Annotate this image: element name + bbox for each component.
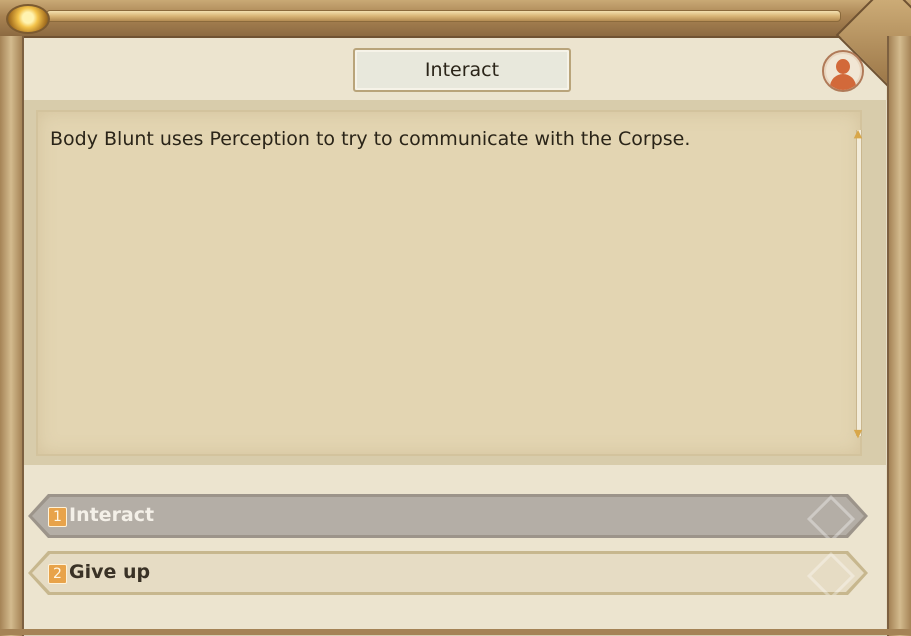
option-background xyxy=(32,497,864,535)
option-label: Give up xyxy=(69,561,151,583)
character-portrait-icon[interactable] xyxy=(822,50,864,92)
portrait-body xyxy=(830,74,856,90)
option-background xyxy=(32,554,864,592)
right-frame-border xyxy=(887,36,911,636)
top-frame-bar xyxy=(0,0,911,38)
scroll-down-arrow-icon[interactable]: ▼ xyxy=(852,428,864,440)
option-label: Interact xyxy=(69,504,155,526)
option-give-up-button[interactable]: 2 Give up xyxy=(28,551,868,595)
scroll-up-arrow-icon[interactable]: ▲ xyxy=(852,128,864,140)
portrait-head xyxy=(836,59,850,74)
message-text: Body Blunt uses Perception to try to com… xyxy=(50,128,691,150)
top-frame-rail xyxy=(46,10,841,22)
message-scrollbar[interactable] xyxy=(856,130,862,436)
left-frame-border xyxy=(0,36,24,636)
option-number-badge: 2 xyxy=(48,564,67,584)
option-number-badge: 1 xyxy=(48,507,67,527)
option-interact-button[interactable]: 1 Interact xyxy=(28,494,868,538)
bottom-frame-border xyxy=(0,629,911,635)
dialog-title: Interact xyxy=(353,48,571,92)
dialog-window: Interact Body Blunt uses Perception to t… xyxy=(0,0,911,636)
message-area: Body Blunt uses Perception to try to com… xyxy=(36,110,862,456)
gem-icon xyxy=(6,4,50,34)
